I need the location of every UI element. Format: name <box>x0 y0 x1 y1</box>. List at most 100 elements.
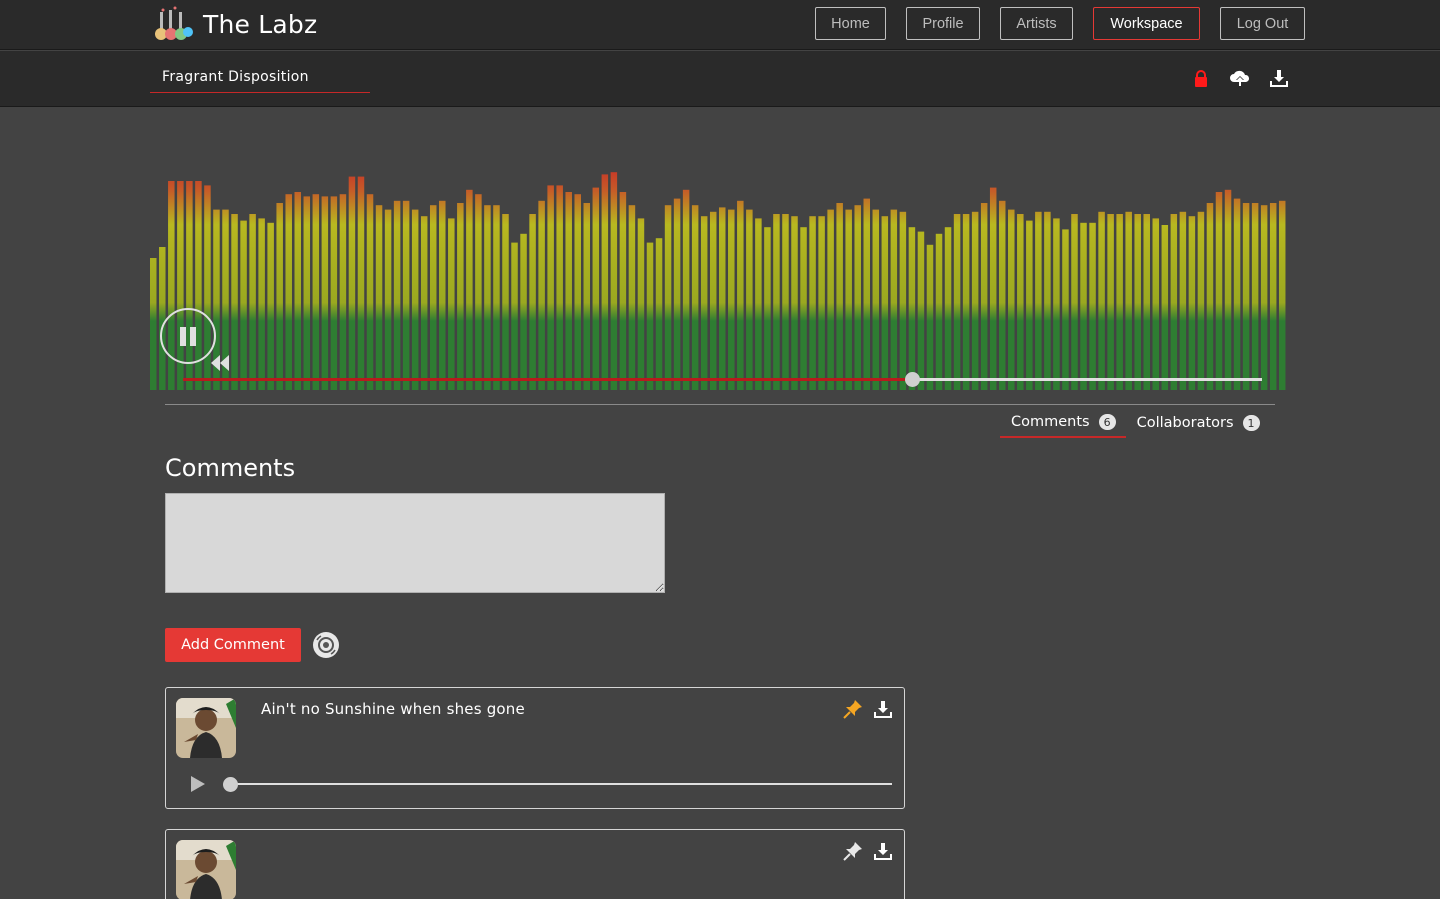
waveform-bar <box>448 218 455 390</box>
collaborators-count-badge: 1 <box>1242 415 1260 431</box>
waveform-bar <box>899 211 907 390</box>
waveform-bar <box>1116 214 1123 390</box>
waveform-bar <box>493 205 500 390</box>
waveform-bar <box>1197 211 1205 390</box>
waveform-bar <box>764 227 771 390</box>
waveform-bar <box>439 200 446 390</box>
waveform-bar <box>827 209 834 390</box>
playback-seekbar[interactable] <box>183 372 1262 387</box>
waveform-bar <box>818 216 825 390</box>
avatar[interactable] <box>176 840 236 899</box>
nav-profile-button[interactable]: Profile <box>906 7 980 40</box>
tab-comments[interactable]: Comments 6 <box>1000 408 1126 438</box>
waveform-bar <box>303 196 311 390</box>
download-icon[interactable] <box>872 840 894 862</box>
download-icon[interactable] <box>872 698 894 720</box>
pin-icon[interactable] <box>842 840 864 862</box>
waveform-bar <box>1026 220 1033 390</box>
waveform-bar <box>1242 203 1250 390</box>
comment-actions <box>834 698 894 720</box>
project-tab[interactable]: Fragrant Disposition <box>150 61 370 93</box>
nav-workspace-button[interactable]: Workspace <box>1093 7 1200 40</box>
playback-progress <box>183 378 913 381</box>
waveform-bar <box>962 214 970 390</box>
waveform-bar <box>420 216 428 390</box>
waveform-bar <box>231 214 238 390</box>
project-actions <box>1173 67 1290 89</box>
waveform-bar <box>1233 198 1241 390</box>
waveform-bar <box>746 209 753 390</box>
nav-logout-button[interactable]: Log Out <box>1220 7 1305 40</box>
waveform-bar <box>1278 200 1286 390</box>
tab-bar: Comments 6 Collaborators 1 <box>1000 408 1270 440</box>
nav-home-button[interactable]: Home <box>815 7 886 40</box>
waveform-bar <box>267 222 274 390</box>
waveform-bar <box>258 218 265 390</box>
waveform-bar <box>682 189 690 390</box>
audio-waveform[interactable] <box>150 160 1288 390</box>
comments-count-badge: 6 <box>1098 414 1116 430</box>
waveform-bar <box>411 209 419 390</box>
waveform-bar <box>1107 214 1114 390</box>
waveform-bar <box>1035 211 1042 390</box>
waveform-bar <box>1062 229 1069 390</box>
cloud-upload-icon[interactable] <box>1229 67 1251 89</box>
comment-audio-seekbar[interactable] <box>226 783 892 785</box>
tab-collaborators-label: Collaborators <box>1136 415 1234 431</box>
download-icon[interactable] <box>1268 67 1290 89</box>
waveform-bar <box>294 192 302 390</box>
lock-icon[interactable] <box>1190 67 1212 89</box>
waveform-bar <box>565 192 572 390</box>
comment-input[interactable] <box>165 493 665 593</box>
waveform-bar <box>773 214 780 390</box>
waveform-bar <box>998 200 1006 390</box>
waveform-bar <box>529 214 536 390</box>
waveform-bar <box>863 198 871 390</box>
waveform-bar <box>1224 189 1232 390</box>
waveform-bar <box>511 242 518 390</box>
waveform-bar <box>375 205 383 390</box>
waveform-bar <box>1152 218 1160 390</box>
waveform-bar <box>628 205 636 390</box>
comment-audio-handle[interactable] <box>223 777 238 792</box>
waveform-bar <box>926 244 934 390</box>
waveform-bar <box>1017 214 1024 390</box>
avatar[interactable] <box>176 698 236 758</box>
add-comment-button[interactable]: Add Comment <box>165 628 301 662</box>
waveform-bar <box>1125 211 1132 390</box>
comments-heading: Comments <box>165 454 296 482</box>
waveform-bar <box>691 205 699 390</box>
waveform-bar <box>944 227 952 390</box>
rewind-icon[interactable] <box>208 352 232 374</box>
project-bar: Fragrant Disposition <box>0 51 1440 107</box>
waveform-bar <box>1215 192 1223 390</box>
waveform-bar <box>1251 203 1259 390</box>
waveform-bar <box>249 214 256 390</box>
waveform-bar <box>664 205 672 390</box>
waveform-bar <box>393 200 401 390</box>
waveform-bar <box>538 200 545 390</box>
waveform-bar <box>502 214 509 390</box>
waveform-bar <box>592 187 600 390</box>
pin-icon[interactable] <box>842 698 864 720</box>
project-name: Fragrant Disposition <box>162 69 309 85</box>
waveform-bar <box>700 216 708 390</box>
comment-card <box>165 829 905 899</box>
waveform-bar <box>791 216 798 390</box>
waveform-bar <box>980 203 988 390</box>
play-icon[interactable] <box>190 775 206 793</box>
waveform-bar <box>429 205 437 390</box>
tab-collaborators[interactable]: Collaborators 1 <box>1126 408 1270 438</box>
waveform-bar <box>330 196 338 390</box>
waveform-bar <box>357 176 365 390</box>
waveform-bar <box>619 192 627 390</box>
waveform-bar <box>908 227 916 390</box>
waveform-bar <box>366 194 374 390</box>
record-audio-icon[interactable] <box>312 631 340 659</box>
brand[interactable]: The Labz <box>155 4 317 44</box>
waveform-bar <box>574 194 581 390</box>
waveform-bar <box>1170 214 1178 390</box>
nav-artists-button[interactable]: Artists <box>1000 7 1073 40</box>
section-divider <box>165 404 1275 405</box>
waveform-bar <box>484 205 491 390</box>
